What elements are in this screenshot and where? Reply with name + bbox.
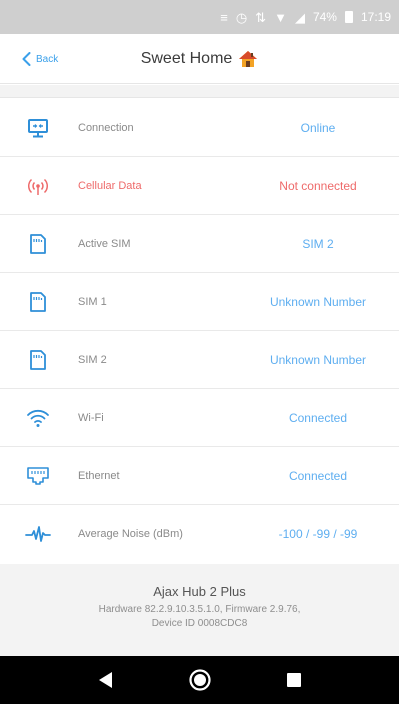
alarm-icon: ◷ <box>235 9 248 25</box>
device-name: Ajax Hub 2 Plus <box>153 584 246 599</box>
pulse-icon <box>24 520 52 548</box>
hub-status-list: Connection Online Cellular Data Not conn… <box>0 99 399 563</box>
row-value: Connected <box>288 410 348 425</box>
row-connection: Connection Online <box>0 99 399 157</box>
row-value: Online <box>300 120 336 135</box>
row-label: Wi-Fi <box>78 411 104 424</box>
data-arrows-icon: ⇅ <box>255 9 267 25</box>
row-value: Not connected <box>279 178 357 193</box>
vibrate-icon: ≡ <box>220 9 228 25</box>
row-value: Unknown Number <box>269 294 367 309</box>
battery-percent: 74% <box>312 10 337 24</box>
nav-back-button[interactable] <box>97 671 115 689</box>
system-navigation-bar <box>0 656 399 704</box>
status-bar: ≡ ◷ ⇅ ▼ ◢ 74% 17:19 <box>0 0 399 34</box>
monitor-icon <box>24 114 52 142</box>
wifi-status-icon: ▼ <box>274 9 287 25</box>
row-label: Average Noise (dBm) <box>78 528 183 540</box>
row-label: Cellular Data <box>78 179 142 192</box>
device-info-footer: Ajax Hub 2 Plus Hardware 82.2.9.10.3.5.1… <box>0 564 399 656</box>
row-value: Connected <box>288 468 348 483</box>
app-header: Back Sweet Home <box>0 34 399 84</box>
battery-icon <box>344 11 353 23</box>
row-ethernet: Ethernet Connected <box>0 447 399 505</box>
section-divider <box>0 85 399 98</box>
house-icon <box>239 51 258 67</box>
page-title-container: Sweet Home <box>0 34 399 84</box>
hardware-firmware-info: Hardware 82.2.9.10.3.5.1.0, Firmware 2.9… <box>98 604 301 615</box>
sim-card-icon <box>24 288 52 316</box>
row-active-sim: Active SIM SIM 2 <box>0 215 399 273</box>
wifi-icon <box>24 404 52 432</box>
row-average-noise: Average Noise (dBm) -100 / -99 / -99 <box>0 505 399 563</box>
page-title: Sweet Home <box>140 50 233 67</box>
row-label: SIM 2 <box>78 353 107 366</box>
row-label: Active SIM <box>78 237 131 250</box>
sim-card-icon <box>24 346 52 374</box>
row-label: SIM 1 <box>78 295 107 308</box>
nav-home-button[interactable] <box>188 668 212 692</box>
row-wifi: Wi-Fi Connected <box>0 389 399 447</box>
device-id: Device ID 0008CDC8 <box>151 618 248 629</box>
row-sim-1: SIM 1 Unknown Number <box>0 273 399 331</box>
ethernet-port-icon <box>24 462 52 490</box>
row-cellular-data: Cellular Data Not connected <box>0 157 399 215</box>
row-value: -100 / -99 / -99 <box>278 527 358 541</box>
clock: 17:19 <box>360 10 391 24</box>
row-label: Ethernet <box>78 469 120 482</box>
signal-strength-icon: ◢ <box>294 9 305 25</box>
nav-recents-button[interactable] <box>286 672 302 688</box>
row-value: SIM 2 <box>302 236 334 251</box>
row-value: Unknown Number <box>269 352 367 367</box>
antenna-signal-icon <box>24 172 52 200</box>
row-sim-2: SIM 2 Unknown Number <box>0 331 399 389</box>
sim-card-icon <box>24 230 52 258</box>
row-label: Connection <box>78 121 134 134</box>
